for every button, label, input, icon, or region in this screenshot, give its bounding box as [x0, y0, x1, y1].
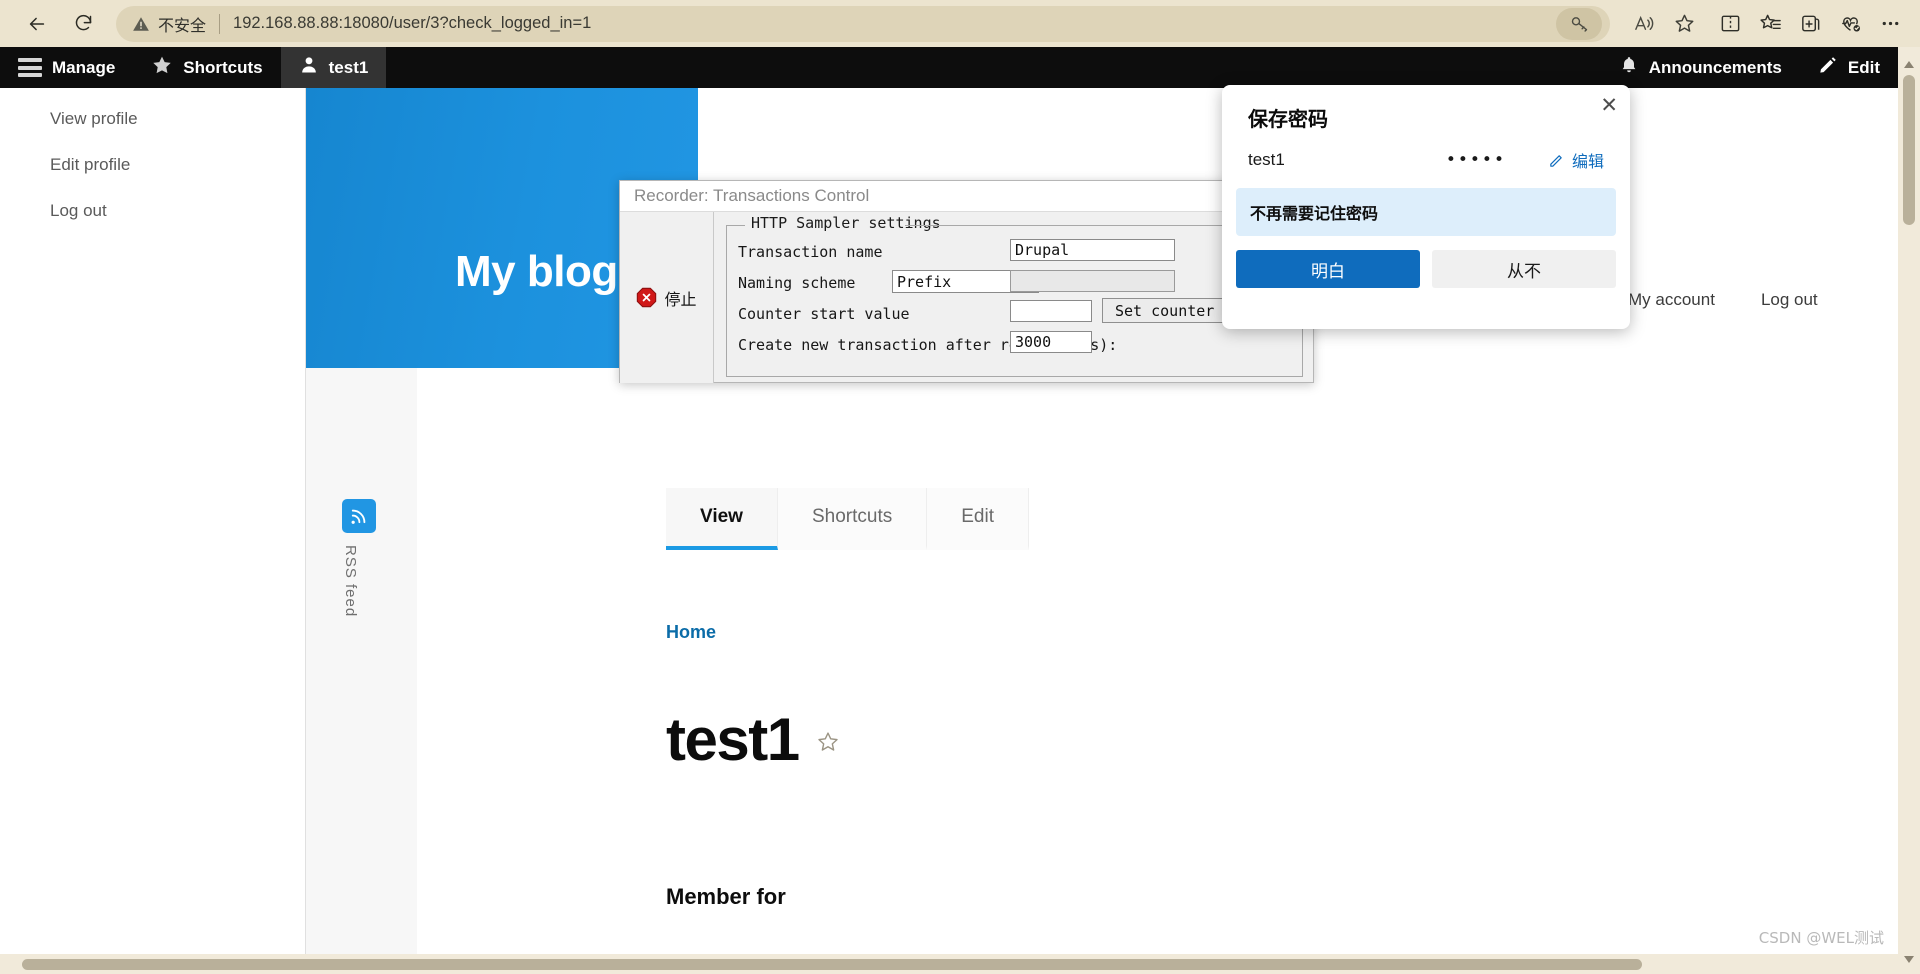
label-transaction-name: Transaction name: [738, 243, 883, 261]
browser-toolbar: 不安全 192.168.88.88:18080/user/3?check_log…: [0, 0, 1920, 47]
site-nav-links: My account Log out: [1628, 290, 1818, 310]
password-mask: •••••: [1445, 150, 1506, 170]
rss-feed-label: RSS feed: [342, 545, 359, 618]
save-password-never-button[interactable]: 从不: [1432, 250, 1616, 288]
star-icon: [151, 54, 173, 81]
recorder-title: Recorder: Transactions Control: [634, 186, 870, 205]
split-screen-icon[interactable]: [1710, 4, 1750, 44]
url-text[interactable]: 192.168.88.88:18080/user/3?check_logged_…: [233, 14, 591, 33]
tab-edit[interactable]: Edit: [927, 488, 1029, 550]
toolbar-item-manage[interactable]: Manage: [0, 47, 133, 88]
back-button[interactable]: [18, 5, 56, 43]
bell-icon: [1619, 55, 1639, 80]
key-icon[interactable]: [1556, 7, 1602, 40]
menu-item-edit-profile[interactable]: Edit profile: [0, 142, 305, 188]
site-name: My blog: [455, 247, 618, 296]
favorite-star-icon[interactable]: [1664, 4, 1704, 44]
create-new-transaction-input[interactable]: 3000: [1010, 331, 1092, 353]
credential-row: test1 ••••• 编辑: [1222, 132, 1630, 172]
page-left-rail: [305, 368, 417, 974]
reload-icon: [75, 14, 91, 31]
horizontal-scrollbar[interactable]: [0, 954, 1898, 974]
address-bar[interactable]: 不安全 192.168.88.88:18080/user/3?check_log…: [116, 5, 1610, 42]
recorder-stop-panel[interactable]: 停止: [620, 212, 714, 383]
member-for-heading: Member for: [666, 884, 786, 909]
collections-icon[interactable]: [1790, 4, 1830, 44]
pencil-icon: [1818, 55, 1838, 80]
reload-button[interactable]: [64, 5, 102, 43]
more-ellipsis-icon[interactable]: [1870, 4, 1910, 44]
page-viewport: My blog RSS feed View Shortcuts Edit Hom…: [0, 47, 1920, 974]
toolbar-item-announcements[interactable]: Announcements: [1601, 47, 1800, 88]
label-counter-start-value: Counter start value: [738, 305, 910, 323]
page-title-row: test1: [666, 705, 1666, 774]
favorites-list-icon[interactable]: [1750, 4, 1790, 44]
recorder-stop-label: 停止: [664, 289, 697, 309]
set-counter-button[interactable]: Set counter: [1102, 298, 1228, 323]
toolbar-label-manage: Manage: [52, 57, 116, 77]
page-title: test1: [666, 706, 800, 773]
horizontal-scroll-thumb[interactable]: [22, 959, 1642, 970]
recorder-body: 停止 HTTP Sampler settings Transaction nam…: [620, 212, 1313, 383]
pencil-icon: [1550, 154, 1562, 167]
edit-credential-label: 编辑: [1571, 152, 1604, 171]
stop-icon: [637, 287, 657, 308]
naming-scheme-secondary-input: [1010, 270, 1175, 292]
group-legend: HTTP Sampler settings: [745, 214, 947, 232]
user-dropdown-menu: View profile Edit profile Log out: [0, 88, 305, 974]
rss-feed-block[interactable]: RSS feed: [342, 499, 382, 617]
browser-actions: [1624, 4, 1920, 44]
toolbar-label-edit: Edit: [1847, 57, 1880, 77]
recorder-titlebar: Recorder: Transactions Control ✕: [620, 181, 1313, 212]
username-value: test1: [1248, 150, 1285, 169]
toolbar-item-test1[interactable]: test1: [280, 47, 387, 88]
scroll-up-icon[interactable]: [1898, 53, 1920, 75]
save-password-title: 保存密码: [1248, 107, 1328, 131]
arrow-left-icon: [29, 17, 45, 30]
counter-start-value-input[interactable]: [1010, 300, 1092, 322]
save-password-popup: ✕ 保存密码 test1 ••••• 编辑 不再需要记住密码 明白 从不: [1222, 85, 1630, 329]
menu-item-log-out[interactable]: Log out: [0, 188, 305, 234]
nav-link-my-account[interactable]: My account: [1628, 290, 1715, 310]
toolbar-item-edit[interactable]: Edit: [1800, 47, 1898, 88]
vertical-scrollbar[interactable]: [1898, 47, 1920, 974]
user-icon: [299, 55, 319, 80]
rss-glyph-icon: [351, 509, 366, 524]
recorder-dialog: Recorder: Transactions Control ✕ 停止 HTTP…: [619, 180, 1314, 383]
vertical-scroll-thumb[interactable]: [1903, 75, 1915, 225]
toolbar-item-shortcuts[interactable]: Shortcuts: [133, 47, 280, 88]
transaction-name-input[interactable]: Drupal: [1010, 239, 1175, 261]
save-password-actions: 明白 从不: [1222, 236, 1630, 288]
save-password-note: 不再需要记住密码: [1236, 188, 1616, 236]
divider: [219, 13, 221, 34]
scroll-down-icon[interactable]: [1898, 948, 1920, 970]
warning-triangle-icon: [133, 16, 149, 31]
read-aloud-icon[interactable]: [1624, 4, 1664, 44]
tab-view[interactable]: View: [666, 488, 778, 550]
nav-link-log-out[interactable]: Log out: [1761, 290, 1818, 310]
hamburger-icon: [18, 58, 42, 77]
save-password-confirm-button[interactable]: 明白: [1236, 250, 1420, 288]
browser-essentials-icon[interactable]: [1830, 4, 1870, 44]
tab-shortcuts[interactable]: Shortcuts: [777, 488, 928, 550]
label-naming-scheme: Naming scheme: [738, 274, 856, 292]
breadcrumb[interactable]: Home: [666, 622, 1666, 643]
menu-item-view-profile[interactable]: View profile: [0, 96, 305, 142]
star-outline-icon[interactable]: [815, 729, 841, 760]
toolbar-label-test1: test1: [328, 57, 369, 77]
security-label: 不安全: [158, 15, 207, 35]
close-icon[interactable]: ✕: [1600, 95, 1618, 116]
edit-credential-button[interactable]: 编辑: [1548, 148, 1604, 172]
key-glyph-icon: [1571, 17, 1587, 32]
toolbar-label-shortcuts: Shortcuts: [183, 57, 263, 77]
rss-icon[interactable]: [342, 499, 376, 533]
toolbar-label-announcements: Announcements: [1648, 57, 1782, 77]
watermark: CSDN @WEL测试: [1758, 929, 1884, 947]
drupal-admin-toolbar: Manage Shortcuts test1 Announcements Edi…: [0, 47, 1898, 88]
naming-scheme-value: Prefix: [897, 272, 952, 291]
page-tabs: View Shortcuts Edit: [666, 488, 1666, 550]
